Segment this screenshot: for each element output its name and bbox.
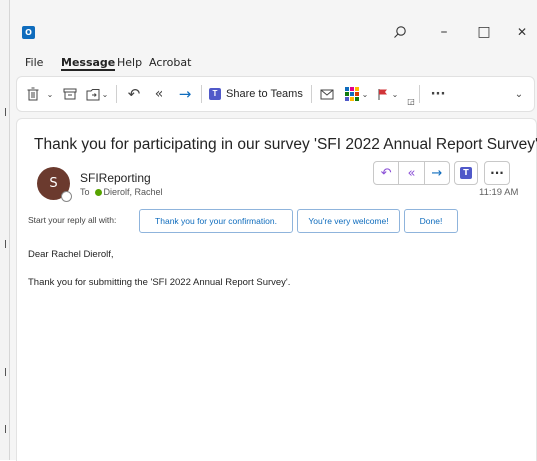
edge-marker	[5, 425, 6, 433]
left-window-edge	[0, 0, 10, 460]
chevron-down-icon[interactable]: ⌄	[513, 84, 525, 104]
flag-icon[interactable]	[376, 84, 390, 104]
mail-icon[interactable]	[319, 84, 335, 104]
email-body-line: Thank you for submitting the 'SFI 2022 A…	[28, 277, 291, 288]
reply-icon[interactable]: ↶	[374, 162, 400, 184]
suggested-reply-button[interactable]: You're very welcome!	[297, 209, 400, 233]
menu-message[interactable]: Message	[61, 56, 116, 71]
more-options-icon[interactable]: ···	[427, 84, 449, 104]
reply-actions: ↶ « →	[373, 161, 450, 185]
expand-ribbon-icon[interactable]: ◲	[406, 91, 416, 111]
ribbon-toolbar: ⌄ ⌄ ↶ « → T Share to Teams ⌄ ⌄ ◲ ··· ⌄	[16, 76, 535, 112]
edge-marker	[5, 108, 6, 116]
email-greeting: Dear Rachel Dierolf,	[28, 249, 114, 260]
archive-icon[interactable]	[62, 84, 78, 104]
suggested-reply-label: Start your reply all with:	[28, 215, 117, 225]
ribbon-separator	[311, 85, 312, 103]
reply-all-icon[interactable]: «	[149, 84, 169, 104]
outlook-logo-icon: O	[22, 26, 35, 39]
forward-icon[interactable]: →	[425, 162, 449, 184]
title-bar: O – □ ✕	[10, 0, 537, 60]
ribbon-separator	[419, 85, 420, 103]
share-to-teams-button[interactable]: T Share to Teams	[209, 84, 319, 104]
suggested-reply-button[interactable]: Thank you for your confirmation.	[139, 209, 293, 233]
reading-pane: Thank you for participating in our surve…	[16, 118, 537, 461]
reply-icon[interactable]: ↶	[125, 84, 143, 104]
teams-icon: T	[460, 167, 472, 179]
chevron-down-icon[interactable]: ⌄	[361, 84, 369, 104]
menu-help[interactable]: Help	[117, 56, 142, 69]
chevron-down-icon[interactable]: ⌄	[45, 84, 55, 104]
chevron-down-icon[interactable]: ⌄	[101, 84, 109, 104]
chevron-down-icon[interactable]: ⌄	[391, 84, 399, 104]
close-button[interactable]: ✕	[508, 20, 536, 44]
outlook-message-window: O – □ ✕ File Message Help Acrobat ⌄ ⌄ ↶ …	[10, 0, 537, 461]
forward-icon[interactable]: →	[176, 84, 194, 104]
menu-bar: File Message Help Acrobat	[10, 54, 537, 72]
menu-file[interactable]: File	[25, 56, 43, 69]
minimize-button[interactable]: –	[430, 20, 458, 44]
recipient-name[interactable]: Dierolf, Rachel	[104, 187, 163, 197]
ribbon-separator	[201, 85, 202, 103]
sender-name[interactable]: SFIReporting	[80, 171, 151, 185]
apps-icon[interactable]	[343, 84, 361, 104]
delete-icon[interactable]	[25, 84, 41, 104]
search-icon[interactable]	[386, 20, 414, 44]
more-actions-button[interactable]: ···	[484, 161, 510, 185]
menu-acrobat[interactable]: Acrobat	[149, 56, 191, 69]
recipient-line: To Dierolf, Rachel	[80, 187, 163, 197]
online-status-icon	[94, 189, 102, 196]
share-to-teams-label: Share to Teams	[226, 88, 303, 100]
edge-marker	[5, 240, 6, 248]
presence-indicator	[61, 191, 72, 202]
move-icon[interactable]	[85, 84, 101, 104]
maximize-button[interactable]: □	[470, 20, 498, 44]
to-label: To	[80, 187, 90, 197]
reply-all-icon[interactable]: «	[399, 162, 425, 184]
edge-marker	[5, 368, 6, 376]
email-subject: Thank you for participating in our surve…	[34, 136, 537, 153]
share-to-teams-icon[interactable]: T	[454, 161, 478, 185]
teams-icon: T	[209, 88, 221, 100]
suggested-reply-button[interactable]: Done!	[404, 209, 458, 233]
received-time: 11:19 AM	[479, 187, 519, 198]
ribbon-separator	[116, 85, 117, 103]
